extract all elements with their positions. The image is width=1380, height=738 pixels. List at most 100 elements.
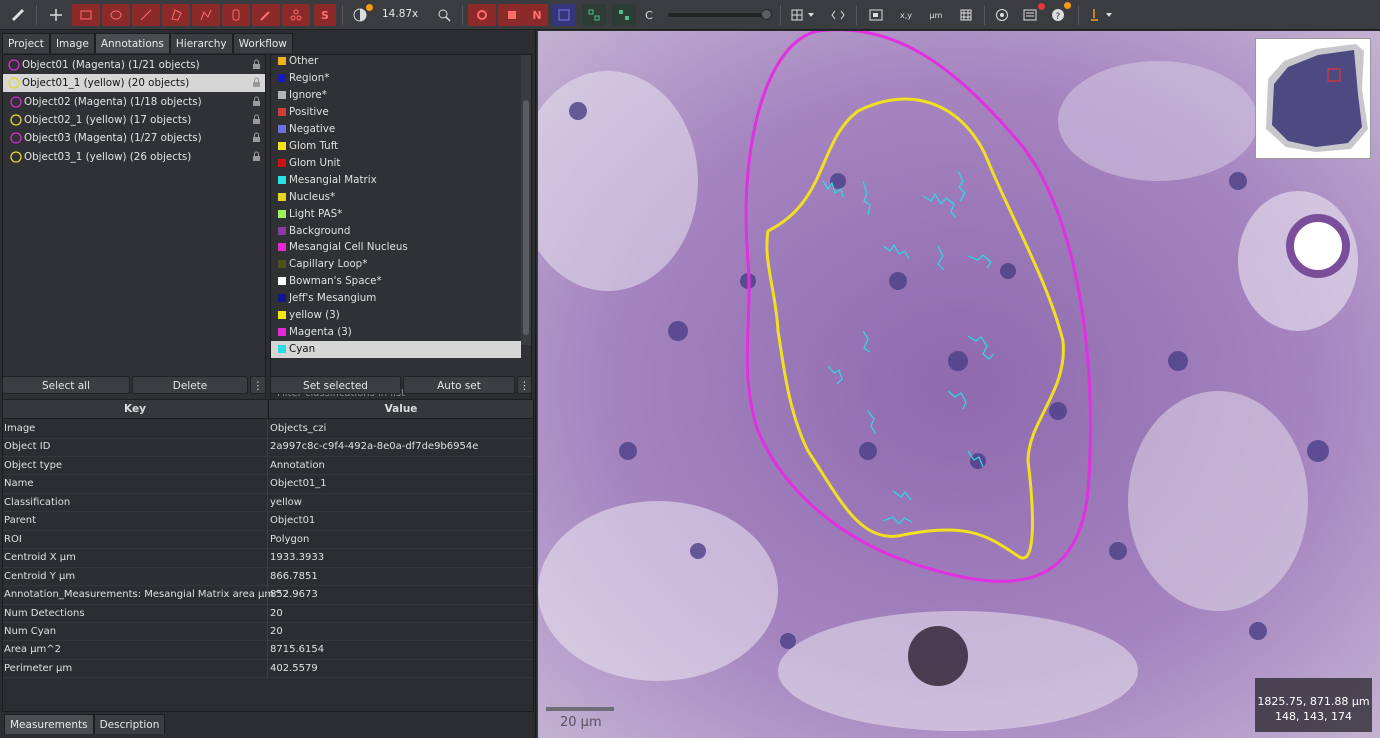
classification-list[interactable]: Filter classifications in list OtherRegi… xyxy=(270,54,532,404)
tab-workflow[interactable]: Workflow xyxy=(232,33,293,53)
select-all-button[interactable]: Select all xyxy=(2,376,130,394)
column-divider xyxy=(267,659,268,678)
key-column-header[interactable]: Key xyxy=(3,400,267,419)
annotation-row[interactable]: Object02 (Magenta) (1/18 objects) xyxy=(3,93,265,111)
property-value: 20 xyxy=(270,625,283,637)
polyline-tool-icon[interactable] xyxy=(192,4,220,26)
class-color-swatch xyxy=(278,107,286,116)
classification-row[interactable]: Nucleus* xyxy=(271,189,521,206)
property-row[interactable]: Parent Object01 xyxy=(3,512,533,531)
overview-icon[interactable] xyxy=(864,4,888,26)
property-row[interactable]: Area µm^2 8715.6154 xyxy=(3,641,533,660)
lock-icon[interactable] xyxy=(252,77,261,88)
preferences-icon[interactable] xyxy=(990,4,1014,26)
property-row[interactable]: Num Cyan 20 xyxy=(3,622,533,642)
wand-tool-icon[interactable] xyxy=(252,4,280,26)
pixel-grid-icon[interactable] xyxy=(954,4,978,26)
classification-row[interactable]: Other xyxy=(271,53,521,70)
annotation-row[interactable]: Object03_1 (yellow) (26 objects) xyxy=(3,148,265,166)
lock-icon[interactable] xyxy=(252,96,261,107)
overview-thumbnail[interactable] xyxy=(1255,38,1371,159)
selection-mode-button[interactable]: S xyxy=(314,4,336,26)
annotation-row[interactable]: Object01_1 (yellow) (20 objects) xyxy=(3,74,265,93)
property-row[interactable]: Centroid X µm 1933.3933 xyxy=(3,549,533,568)
grid-dropdown-icon[interactable] xyxy=(786,4,820,26)
set-selected-button[interactable]: Set selected xyxy=(270,376,401,394)
property-row[interactable]: Image Objects_czi xyxy=(3,420,533,439)
opacity-slider[interactable] xyxy=(668,9,772,20)
property-row[interactable]: Object ID 2a997c8c-c9f4-492a-8e0a-df7de9b… xyxy=(3,438,533,457)
classification-row[interactable]: Capillary Loop* xyxy=(271,256,521,273)
classification-row[interactable]: Bowman's Space* xyxy=(271,273,521,290)
classification-row[interactable]: Glom Unit xyxy=(271,155,521,172)
lock-icon[interactable] xyxy=(252,151,261,162)
channel-toggle-button[interactable]: C xyxy=(640,4,658,26)
tab-description[interactable]: Description xyxy=(93,714,166,734)
property-row[interactable]: Perimeter µm 402.5579 xyxy=(3,659,533,679)
property-row[interactable]: Annotation_Measurements: Mesangial Matri… xyxy=(3,586,533,605)
annotation-more-button[interactable]: ⋮ xyxy=(250,376,266,394)
brush-tool-icon[interactable] xyxy=(222,4,250,26)
classification-scrollbar[interactable] xyxy=(521,55,531,345)
fill-annotations-icon[interactable] xyxy=(498,4,526,26)
annotation-row[interactable]: Object03 (Magenta) (1/27 objects) xyxy=(3,129,265,147)
classification-row[interactable]: Region* xyxy=(271,70,521,87)
value-column-header[interactable]: Value xyxy=(268,400,533,419)
tab-measurements[interactable]: Measurements xyxy=(4,714,94,734)
classification-row[interactable]: yellow (3) xyxy=(271,307,521,324)
extensions-dropdown-icon[interactable] xyxy=(1084,4,1118,26)
classification-row[interactable]: Negative xyxy=(271,121,521,138)
tab-annotations[interactable]: Annotations xyxy=(94,33,170,53)
classification-row[interactable]: Background xyxy=(271,223,521,240)
classification-row[interactable]: Glom Tuft xyxy=(271,138,521,155)
property-row[interactable]: Num Detections 20 xyxy=(3,604,533,623)
classification-row[interactable]: Ignore* xyxy=(271,87,521,104)
show-annotations-icon[interactable] xyxy=(468,4,496,26)
show-detections-icon[interactable] xyxy=(582,4,606,26)
tab-project[interactable]: Project xyxy=(2,33,50,53)
classification-row[interactable]: Jeff's Mesangium xyxy=(271,290,521,307)
scrollbar-thumb[interactable] xyxy=(523,100,529,335)
property-row[interactable]: ROI Polygon xyxy=(3,530,533,550)
line-tool-icon[interactable] xyxy=(132,4,160,26)
property-row[interactable]: Object type Annotation xyxy=(3,456,533,476)
auto-set-button[interactable]: Auto set xyxy=(403,376,515,394)
classification-row[interactable]: Cyan xyxy=(271,341,521,359)
property-row[interactable]: Centroid Y µm 866.7851 xyxy=(3,567,533,587)
tissue-image[interactable] xyxy=(538,31,1380,738)
zoom-to-fit-icon[interactable] xyxy=(432,4,456,26)
fill-detections-icon[interactable] xyxy=(612,4,636,26)
location-toggle-button[interactable]: x,y xyxy=(894,4,918,26)
classification-more-button[interactable]: ⋮ xyxy=(517,376,532,394)
tab-image[interactable]: Image xyxy=(49,33,95,53)
lock-icon[interactable] xyxy=(252,132,261,143)
tab-hierarchy[interactable]: Hierarchy xyxy=(169,33,233,53)
polygon-tool-icon[interactable] xyxy=(162,4,190,26)
rectangle-tool-icon[interactable] xyxy=(72,4,100,26)
property-key: Num Cyan xyxy=(4,625,57,637)
classification-row[interactable]: Positive xyxy=(271,104,521,121)
class-color-swatch xyxy=(278,260,286,269)
measure-tool-icon[interactable] xyxy=(6,4,30,26)
scalebar-toggle-button[interactable]: µm xyxy=(924,4,948,26)
annotation-row[interactable]: Object01 (Magenta) (1/21 objects) xyxy=(3,56,265,74)
lock-icon[interactable] xyxy=(252,114,261,125)
classification-row[interactable]: Light PAS* xyxy=(271,206,521,223)
points-tool-icon[interactable] xyxy=(282,4,310,26)
property-row[interactable]: Name Object01_1 xyxy=(3,475,533,494)
ellipse-tool-icon[interactable] xyxy=(102,4,130,26)
classification-row[interactable]: Magenta (3) xyxy=(271,324,521,341)
image-viewer[interactable]: 20 µm 1825.75, 871.88 µm 148, 143, 174 xyxy=(537,31,1380,738)
move-tool-icon[interactable] xyxy=(44,4,68,26)
classification-row[interactable]: Mesangial Matrix xyxy=(271,172,521,189)
delete-button[interactable]: Delete xyxy=(132,376,248,394)
annotation-list[interactable]: Object01 (Magenta) (1/21 objects) Object0… xyxy=(2,54,266,404)
script-editor-icon[interactable] xyxy=(826,4,850,26)
property-row[interactable]: Classification yellow xyxy=(3,493,533,513)
show-names-button[interactable]: N xyxy=(526,4,548,26)
classification-row[interactable]: Mesangial Cell Nucleus xyxy=(271,239,521,256)
show-tma-grid-icon[interactable] xyxy=(552,4,576,26)
opacity-slider-knob[interactable] xyxy=(761,9,772,20)
annotation-row[interactable]: Object02_1 (yellow) (17 objects) xyxy=(3,111,265,129)
lock-icon[interactable] xyxy=(252,59,261,70)
